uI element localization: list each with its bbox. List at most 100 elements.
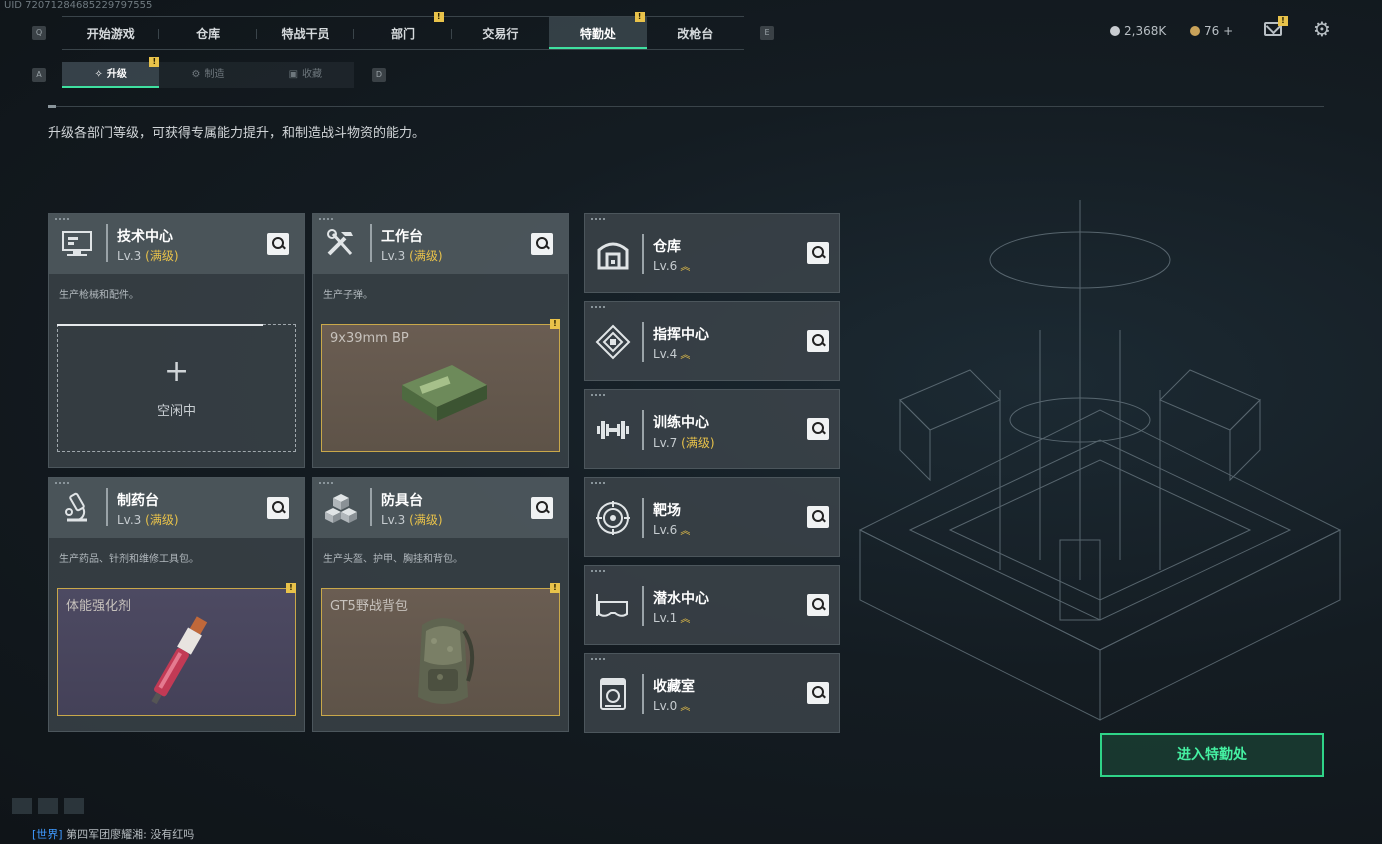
search-icon[interactable] — [531, 497, 553, 519]
production-slot-item[interactable]: 体能强化剂 ! — [57, 583, 296, 716]
upgrade-icon: ✧ — [94, 69, 103, 80]
subtab-craft[interactable]: ⚙ 制造 — [159, 62, 257, 88]
card-header: 技术中心 Lv.3 (满级) — [49, 214, 304, 274]
dept-title: 指挥中心 — [653, 327, 709, 343]
dept-title: 收藏室 — [653, 679, 695, 695]
dept-level: Lv.0 ︽ — [653, 698, 690, 713]
dept-title: 靶场 — [653, 503, 681, 519]
search-icon[interactable] — [807, 418, 829, 440]
subtab-label: 升级 — [106, 69, 127, 80]
card-description: 生产药品、针剂和维修工具包。 — [59, 554, 199, 565]
max-level-tag: (满级) — [681, 436, 715, 450]
chat-control[interactable] — [12, 798, 32, 814]
chat-control[interactable] — [38, 798, 58, 814]
slot-status: 空闲中 — [156, 404, 196, 419]
search-icon[interactable] — [267, 497, 289, 519]
gear-icon[interactable]: ⚙ — [1313, 19, 1331, 39]
dept-diving-center[interactable]: 潜水中心 Lv.1 ︽ — [584, 565, 840, 645]
card-tech-center: 技术中心 Lv.3 (满级) 生产枪械和配件。 + 空闲中 — [48, 213, 305, 468]
level-value: Lv.1 — [653, 611, 678, 625]
subtab-label: 收藏 — [302, 69, 323, 80]
card-level: Lv.3 (满级) — [117, 511, 179, 528]
tab-start-game[interactable]: 开始游戏 — [62, 17, 160, 49]
collection-case-icon — [600, 678, 626, 710]
level-value: Lv.7 — [653, 436, 678, 450]
dept-shooting-range[interactable]: 靶场 Lv.6 ︽ — [584, 477, 840, 557]
search-icon[interactable] — [267, 233, 289, 255]
mail-badge: ! — [1278, 16, 1288, 26]
alert-badge: ! — [634, 12, 645, 22]
production-slot-empty[interactable]: + 空闲中 — [57, 324, 296, 452]
dept-title: 潜水中心 — [653, 591, 709, 607]
key-hint-q: Q — [32, 26, 46, 40]
tab-departments[interactable]: 部门! — [354, 12, 452, 49]
level-value: Lv.4 — [653, 347, 678, 361]
plus-icon: + — [164, 354, 190, 389]
card-header: 防具台 Lv.3 (满级) — [313, 478, 568, 538]
search-icon[interactable] — [807, 506, 829, 528]
search-icon[interactable] — [531, 233, 553, 255]
alert-badge: ! — [149, 57, 160, 67]
chat-channel: [世界] — [32, 828, 63, 841]
upgrade-arrow-icon: ︽ — [680, 526, 691, 537]
dept-level: Lv.4 ︽ — [653, 346, 690, 361]
upgrade-arrow-icon: ︽ — [680, 262, 691, 273]
base-wireframe-illustration — [858, 200, 1342, 721]
card-header: 工作台 Lv.3 (满级) — [313, 214, 568, 274]
production-slot-item[interactable]: 9x39mm BP ! — [321, 319, 560, 452]
cubes-icon — [325, 494, 357, 523]
card-header: 制药台 Lv.3 (满级) — [49, 478, 304, 538]
sub-nav: ✧ 升级! ⚙ 制造 ▣ 收藏 — [62, 57, 354, 88]
card-title: 防具台 — [381, 493, 423, 509]
card-description: 生产头盔、护甲、胸挂和背包。 — [323, 554, 463, 565]
tab-gunsmith[interactable]: 改枪台 — [647, 17, 744, 49]
production-slot-item[interactable]: GT5野战背包 ! — [321, 583, 560, 716]
dept-level: Lv.7 (满级) — [653, 434, 715, 451]
dumbbell-icon — [597, 421, 629, 439]
dept-training-center[interactable]: 训练中心 Lv.7 (满级) — [584, 389, 840, 469]
divider — [48, 105, 1324, 108]
level-value: Lv.3 — [381, 513, 406, 527]
max-level-tag: (满级) — [409, 249, 443, 263]
search-icon[interactable] — [807, 330, 829, 352]
level-value: Lv.3 — [117, 249, 142, 263]
diving-mask-icon — [596, 594, 628, 617]
search-icon[interactable] — [807, 682, 829, 704]
search-icon[interactable] — [807, 594, 829, 616]
dept-command-center[interactable]: 指挥中心 Lv.4 ︽ — [584, 301, 840, 381]
dept-collection-room[interactable]: 收藏室 Lv.0 ︽ — [584, 653, 840, 733]
subtab-collection[interactable]: ▣ 收藏 — [256, 62, 354, 88]
subtab-upgrade[interactable]: ✧ 升级! — [62, 57, 160, 88]
alert-badge: ! — [550, 319, 560, 329]
collection-icon: ▣ — [288, 69, 299, 80]
max-level-tag: (满级) — [409, 513, 443, 527]
tab-label: 开始游戏 — [86, 27, 135, 41]
tab-special-ops[interactable]: 特勤处! — [549, 12, 647, 49]
card-level: Lv.3 (满级) — [381, 511, 443, 528]
tools-icon — [327, 229, 353, 256]
tab-trading[interactable]: 交易行 — [452, 17, 549, 49]
max-level-tag: (满级) — [145, 513, 179, 527]
dept-warehouse[interactable]: 仓库 Lv.6 ︽ — [584, 213, 840, 293]
tab-label: 仓库 — [196, 27, 221, 41]
card-armor-bench: 防具台 Lv.3 (满级) 生产头盔、护甲、胸挂和背包。 GT5野战背包 ! — [312, 477, 569, 732]
gold-balance[interactable]: 76 + — [1190, 24, 1233, 38]
alert-badge: ! — [550, 583, 560, 593]
tab-operators[interactable]: 特战干员 — [257, 17, 355, 49]
dept-title: 训练中心 — [653, 415, 709, 431]
syringe-icon — [151, 616, 208, 705]
card-pharmacy: 制药台 Lv.3 (满级) 生产药品、针剂和维修工具包。 体能强化剂 ! — [48, 477, 305, 732]
chat-control[interactable] — [64, 798, 84, 814]
tab-warehouse[interactable]: 仓库 — [159, 17, 257, 49]
card-description: 生产枪械和配件。 — [59, 290, 139, 301]
gold-amount: 76 + — [1204, 24, 1234, 38]
search-icon[interactable] — [807, 242, 829, 264]
item-name: GT5野战背包 — [330, 599, 408, 614]
gold-coin-icon — [1190, 26, 1200, 36]
chat-message: 没有红吗 — [150, 828, 195, 841]
card-description: 生产子弹。 — [323, 290, 373, 301]
tab-label: 特勤处 — [579, 27, 616, 41]
upgrade-arrow-icon: ︽ — [680, 350, 691, 361]
enter-special-ops-button[interactable]: 进入特勤处 — [1100, 733, 1324, 777]
chat-line[interactable]: [世界] 第四军团廖耀湘: 没有红吗 — [32, 826, 194, 842]
